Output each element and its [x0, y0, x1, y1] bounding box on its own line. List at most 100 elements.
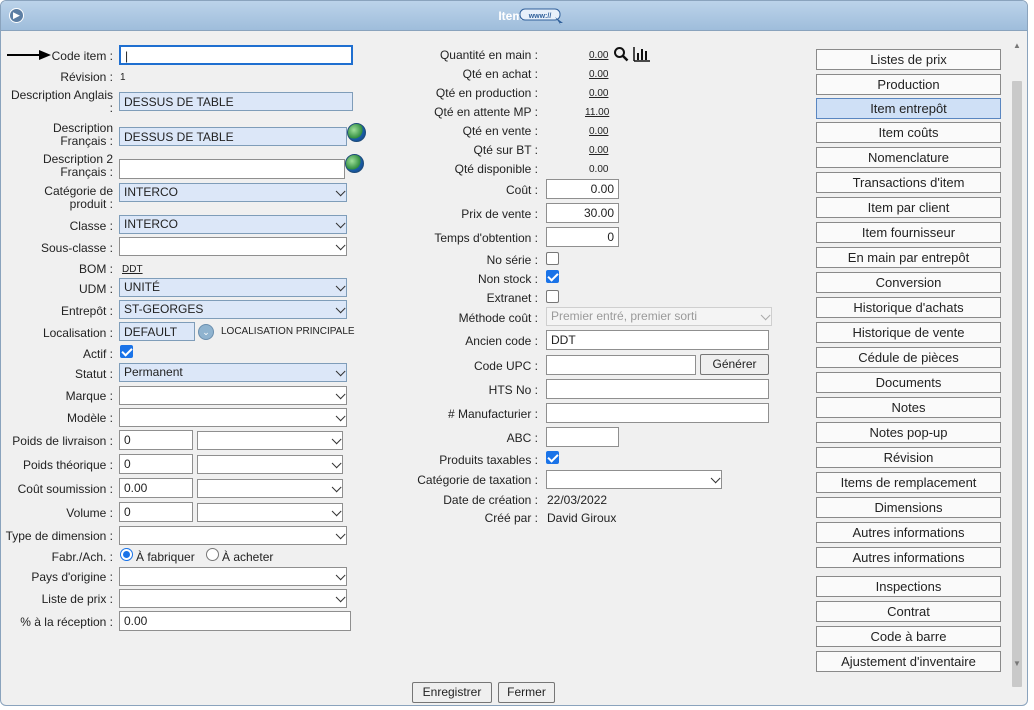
- qte-vente-value[interactable]: 0.00: [589, 126, 608, 137]
- ancien-code-field[interactable]: DDT: [546, 330, 769, 350]
- sidebar-item-19[interactable]: Dimensions: [816, 497, 1001, 518]
- sidebar-item-7[interactable]: Item par client: [816, 197, 1001, 218]
- volume-field[interactable]: 0: [119, 502, 193, 522]
- entrepot-select[interactable]: ST-GEORGES: [119, 300, 347, 319]
- categorie-select[interactable]: INTERCO: [119, 183, 347, 202]
- cout-soumission-unit-select[interactable]: [197, 479, 343, 498]
- sidebar-item-13[interactable]: Cédule de pièces: [816, 347, 1001, 368]
- produits-taxables-label: Produits taxables :: [439, 453, 538, 467]
- sidebar-item-16[interactable]: Notes pop-up: [816, 422, 1001, 443]
- marque-select[interactable]: [119, 386, 347, 405]
- modele-select[interactable]: [119, 408, 347, 427]
- circle-chevron-down-icon[interactable]: ⌄: [198, 324, 214, 340]
- poids-livraison-unit-select[interactable]: [197, 431, 343, 450]
- qte-bt-label: Qté sur BT :: [473, 143, 538, 157]
- items-window: ▶ Items www:// Code item : | Révision : …: [0, 0, 1028, 706]
- sidebar-item-5[interactable]: Nomenclature: [816, 147, 1001, 168]
- methode-cout-select[interactable]: Premier entré, premier sorti: [546, 307, 772, 326]
- scroll-thumb[interactable]: [1012, 81, 1022, 687]
- cout-label: Coût :: [505, 183, 538, 197]
- cout-soumission-field[interactable]: 0.00: [119, 478, 193, 498]
- udm-select[interactable]: UNITÉ: [119, 278, 347, 297]
- sidebar-item-1[interactable]: Listes de prix: [816, 49, 1001, 70]
- sidebar-item-25[interactable]: Ajustement d'inventaire: [816, 651, 1001, 672]
- methode-cout-label: Méthode coût :: [458, 311, 538, 325]
- prix-vente-field[interactable]: 30.00: [546, 203, 619, 223]
- sidebar-item-14[interactable]: Documents: [816, 372, 1001, 393]
- classe-label: Classe :: [69, 219, 113, 233]
- sidebar-item-24[interactable]: Code à barre: [816, 626, 1001, 647]
- globe-icon[interactable]: [347, 123, 366, 142]
- sidebar-item-6[interactable]: Transactions d'item: [816, 172, 1001, 193]
- sous-classe-select[interactable]: [119, 237, 347, 256]
- sidebar-item-9[interactable]: En main par entrepôt: [816, 247, 1001, 268]
- sidebar-item-20[interactable]: Autres informations: [816, 522, 1001, 543]
- non-stock-checkbox[interactable]: [546, 270, 559, 283]
- liste-prix-select[interactable]: [119, 589, 347, 608]
- qte-achat-value[interactable]: 0.00: [589, 69, 608, 80]
- sidebar-item-18[interactable]: Items de remplacement: [816, 472, 1001, 493]
- statut-select[interactable]: Permanent: [119, 363, 347, 382]
- generer-button[interactable]: Générer: [700, 354, 769, 375]
- globe-icon[interactable]: [345, 154, 364, 173]
- hts-field[interactable]: [546, 379, 769, 399]
- cout-field[interactable]: 0.00: [546, 179, 619, 199]
- sidebar-item-4[interactable]: Item coûts: [816, 122, 1001, 143]
- no-serie-checkbox[interactable]: [546, 252, 559, 265]
- www-link-icon[interactable]: www://: [519, 7, 565, 25]
- qte-attente-value[interactable]: 11.00: [585, 107, 609, 118]
- fabriquer-radio[interactable]: [120, 548, 133, 561]
- sidebar-item-17[interactable]: Révision: [816, 447, 1001, 468]
- extranet-checkbox[interactable]: [546, 290, 559, 303]
- acheter-option-label: À acheter: [222, 550, 274, 564]
- scrollbar[interactable]: ▲ ▼: [1010, 35, 1024, 687]
- non-stock-label: Non stock :: [477, 272, 538, 286]
- methode-cout-value: Premier entré, premier sorti: [551, 309, 698, 323]
- abc-field[interactable]: [546, 427, 619, 447]
- code-upc-field[interactable]: [546, 355, 696, 375]
- chevron-down-icon: [335, 366, 346, 377]
- classe-select[interactable]: INTERCO: [119, 215, 347, 234]
- acheter-radio[interactable]: [206, 548, 219, 561]
- code-item-field[interactable]: |: [119, 45, 353, 65]
- enregistrer-button[interactable]: Enregistrer: [412, 682, 492, 703]
- manufacturier-field[interactable]: [546, 403, 769, 423]
- bom-link[interactable]: DDT: [122, 264, 143, 275]
- categorie-taxation-select[interactable]: [546, 470, 722, 489]
- temps-obtention-field[interactable]: 0: [546, 227, 619, 247]
- type-dimension-select[interactable]: [119, 526, 347, 545]
- sidebar-item-10[interactable]: Conversion: [816, 272, 1001, 293]
- poids-livraison-field[interactable]: 0: [119, 430, 193, 450]
- sidebar-item-11[interactable]: Historique d'achats: [816, 297, 1001, 318]
- qte-production-label: Qté en production :: [435, 86, 538, 100]
- sidebar-item-15[interactable]: Notes: [816, 397, 1001, 418]
- sidebar-item-22[interactable]: Inspections: [816, 576, 1001, 597]
- desc-fr-field[interactable]: DESSUS DE TABLE: [119, 127, 347, 146]
- actif-checkbox[interactable]: [120, 345, 133, 358]
- scroll-up-icon[interactable]: ▲: [1013, 41, 1021, 50]
- localisation-field[interactable]: DEFAULT: [119, 322, 195, 341]
- sidebar-item-8[interactable]: Item fournisseur: [816, 222, 1001, 243]
- produits-taxables-checkbox[interactable]: [546, 451, 559, 464]
- sidebar-item-21[interactable]: Autres informations: [816, 547, 1001, 568]
- qte-bt-value[interactable]: 0.00: [589, 145, 608, 156]
- sidebar-item-2[interactable]: Production: [816, 74, 1001, 95]
- poids-theorique-unit-select[interactable]: [197, 455, 343, 474]
- qte-dispo-value: 0.00: [589, 164, 609, 175]
- sidebar-item-23[interactable]: Contrat: [816, 601, 1001, 622]
- desc-en-field[interactable]: DESSUS DE TABLE: [119, 92, 353, 111]
- sidebar-item-12[interactable]: Historique de vente: [816, 322, 1001, 343]
- pct-reception-field[interactable]: 0.00: [119, 611, 351, 631]
- qte-main-value[interactable]: 0.00: [589, 50, 608, 61]
- poids-theorique-field[interactable]: 0: [119, 454, 193, 474]
- qte-production-value[interactable]: 0.00: [589, 88, 608, 99]
- desc-en-label: Description Anglais :: [10, 88, 113, 115]
- search-icon[interactable]: [613, 46, 629, 62]
- pays-origine-select[interactable]: [119, 567, 347, 586]
- volume-unit-select[interactable]: [197, 503, 343, 522]
- fermer-button[interactable]: Fermer: [498, 682, 555, 703]
- bar-chart-icon[interactable]: [633, 46, 651, 62]
- desc2-fr-field[interactable]: [119, 159, 345, 179]
- scroll-down-icon[interactable]: ▼: [1013, 659, 1021, 668]
- sidebar-item-3[interactable]: Item entrepôt: [816, 98, 1001, 119]
